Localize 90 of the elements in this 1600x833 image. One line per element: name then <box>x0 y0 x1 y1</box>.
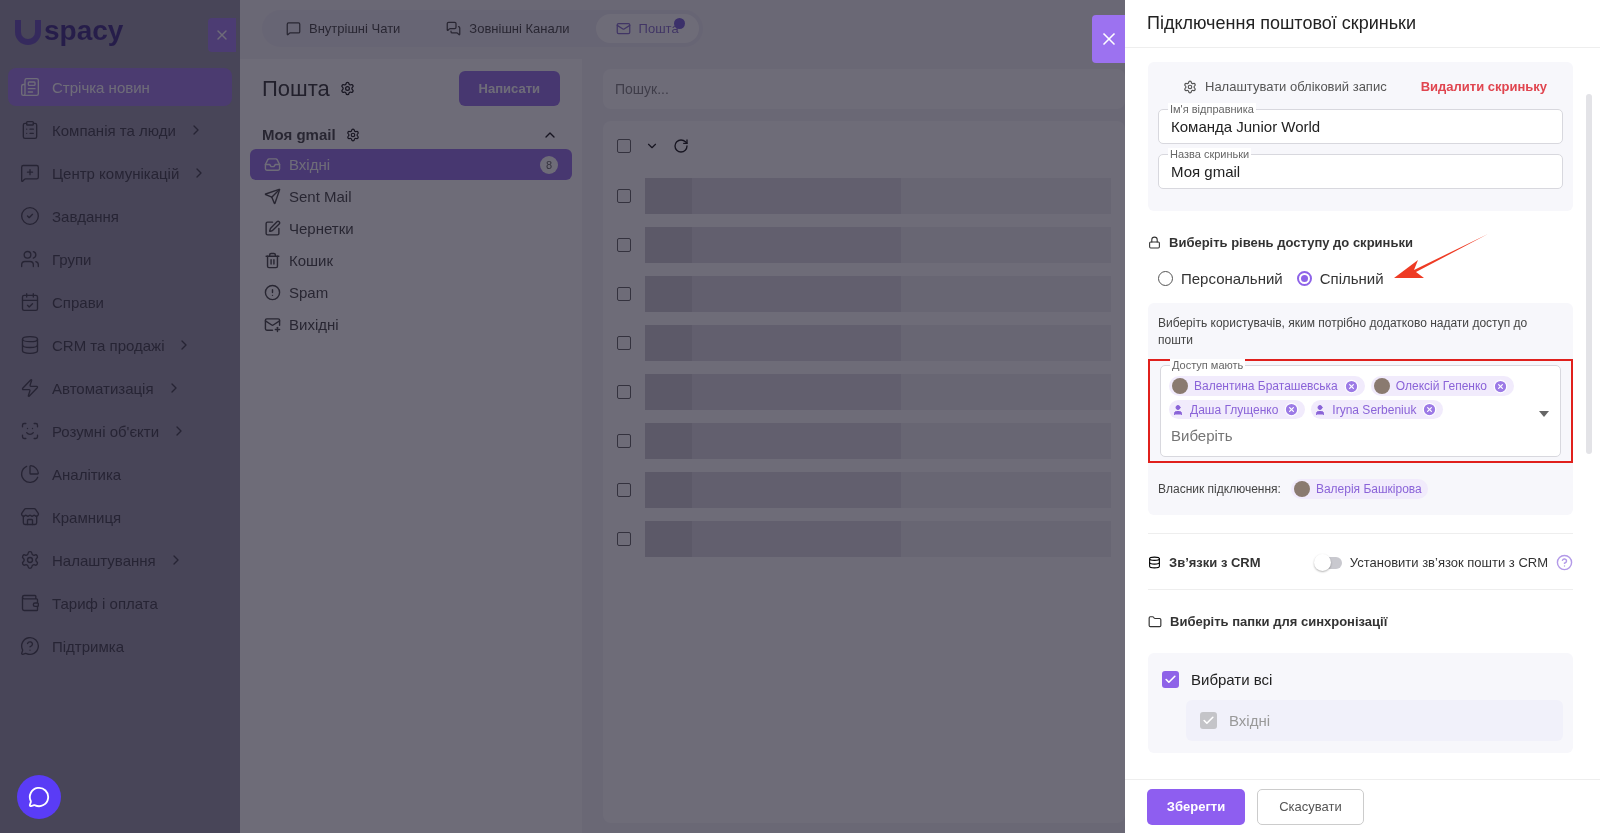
clipboard-icon <box>20 120 40 140</box>
page-title: Пошта <box>262 75 330 102</box>
checkbox[interactable] <box>617 139 631 153</box>
checkbox[interactable] <box>617 335 631 350</box>
drawer-title: Підключення поштової скриньки <box>1147 13 1416 34</box>
alert-icon <box>264 284 281 301</box>
chat-button[interactable] <box>17 775 61 819</box>
trash-icon <box>264 252 281 269</box>
edit-icon <box>264 220 281 237</box>
folder-item[interactable]: Вихідні <box>250 309 572 340</box>
chat-icon <box>286 21 301 36</box>
radio-option[interactable]: Спільний <box>1296 270 1384 287</box>
avatar <box>1373 378 1390 394</box>
radio-button[interactable] <box>1296 271 1312 286</box>
refresh-icon <box>673 138 689 154</box>
user-icon <box>1172 403 1184 416</box>
settings-icon <box>20 550 40 570</box>
toggle-label: Установити зв’язок пошти з CRM <box>1349 555 1548 570</box>
account-settings-link[interactable]: Налаштувати обліковий запис <box>1183 79 1387 94</box>
section-title: Зв’язки з CRM <box>1169 555 1261 570</box>
section-title: Виберіть папки для синхронізації <box>1170 614 1388 629</box>
account-name: Моя gmail <box>262 126 336 143</box>
folder-item[interactable]: Sent Mail <box>250 181 572 212</box>
user-chip: Олексій Гепенко <box>1370 376 1514 396</box>
user-icon <box>1314 403 1327 416</box>
user-chip: Iryna Serbeniuk <box>1311 400 1444 419</box>
chats-icon <box>446 21 462 36</box>
folder-item[interactable]: Кошик <box>250 245 572 276</box>
unread-count: 8 <box>540 155 558 174</box>
chat-bubble-icon <box>28 786 50 808</box>
lock-icon <box>1148 236 1161 249</box>
check-icon <box>1202 714 1215 727</box>
remove-icon <box>1343 378 1359 394</box>
checkbox-row[interactable]: Вибрати всі <box>1158 665 1563 694</box>
checkbox[interactable] <box>617 482 631 497</box>
remove-icon <box>1422 402 1438 417</box>
settings-icon <box>339 81 355 96</box>
caret-icon <box>1539 411 1549 417</box>
field-label: Доступ мають <box>1170 359 1246 371</box>
field-label: Ім'я відправника <box>1168 103 1256 115</box>
chart-icon <box>20 464 40 484</box>
wallet-icon <box>20 593 40 613</box>
checkbox[interactable] <box>617 286 631 301</box>
lightning-icon <box>20 378 40 398</box>
send-icon <box>264 188 281 205</box>
section-title: Виберіть рівень доступу до скриньки <box>1169 235 1413 250</box>
remove-icon <box>1493 378 1508 394</box>
users-icon <box>20 249 40 269</box>
help-chat-icon <box>20 636 40 656</box>
checkbox[interactable] <box>617 433 631 448</box>
mail-out-icon <box>264 316 281 333</box>
delete-mailbox-button[interactable]: Видалити скриньку <box>1414 78 1553 95</box>
save-button[interactable]: Зберегти <box>1147 788 1245 825</box>
stack-icon <box>20 335 40 355</box>
user-chip: Валентина Браташевська <box>1169 376 1365 396</box>
chat-plus-icon <box>20 163 40 183</box>
mail-icon <box>615 21 631 36</box>
help-icon <box>1556 554 1573 571</box>
checkbox[interactable] <box>1162 671 1179 688</box>
close-button[interactable] <box>1092 15 1125 63</box>
check-icon <box>1164 673 1177 686</box>
newspaper-icon <box>20 77 40 97</box>
store-icon <box>20 507 40 527</box>
checkbox[interactable] <box>617 531 631 546</box>
check-circle-icon <box>20 206 40 226</box>
cancel-button[interactable]: Скасувати <box>1257 788 1364 825</box>
field-label: Назва скриньки <box>1168 148 1252 160</box>
hint-text: Виберіть користувачів, яким потрібно додатково надати доступ до пошти <box>1158 315 1529 349</box>
settings-icon <box>1183 79 1197 94</box>
close-button[interactable] <box>208 18 236 52</box>
avatar <box>1172 378 1188 394</box>
tab[interactable]: Внутрішні Чати <box>266 14 421 43</box>
checkbox[interactable] <box>617 237 631 252</box>
folder-item[interactable]: Spam <box>250 277 572 308</box>
settings-icon <box>345 127 360 142</box>
radio-option[interactable]: Персональний <box>1158 270 1283 287</box>
remove-icon <box>1284 402 1300 417</box>
user-chip: Даша Глущенко <box>1169 400 1306 419</box>
stack-icon <box>1148 556 1161 569</box>
checkbox[interactable] <box>617 384 631 399</box>
avatar <box>1293 481 1310 497</box>
calendar-icon <box>20 292 40 312</box>
folder-item[interactable]: Чернетки <box>250 213 572 244</box>
folder-icon <box>1148 614 1162 629</box>
toggle-switch[interactable] <box>1315 556 1342 569</box>
checkbox[interactable] <box>617 188 631 203</box>
owner-label: Власник підключення: <box>1158 482 1281 496</box>
scan-icon <box>20 421 40 441</box>
tab[interactable]: Зовнішні Канали <box>426 14 590 43</box>
user-chip: Валерія Башкірова <box>1290 479 1428 499</box>
